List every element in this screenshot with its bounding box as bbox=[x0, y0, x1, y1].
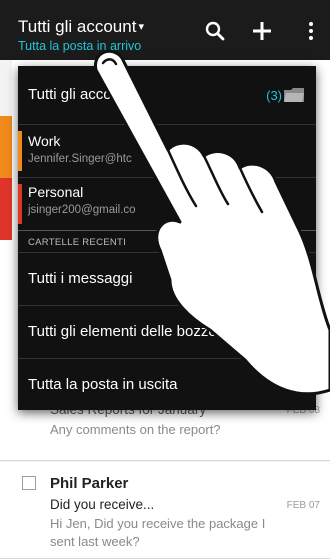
divider bbox=[18, 230, 316, 231]
account-email: jsinger200@gmail.co bbox=[28, 204, 136, 216]
menu-item-account-work[interactable]: Work Jennifer.Singer@htc bbox=[18, 125, 316, 177]
account-selector[interactable]: Tutti gli account ▾ bbox=[18, 17, 144, 37]
folder-label: Tutta la posta in uscita bbox=[28, 376, 178, 393]
email-preview-line-2: sent last week? bbox=[50, 534, 140, 549]
account-title: Tutti gli account bbox=[18, 17, 137, 36]
menu-item-folder[interactable]: Tutta la posta in uscita bbox=[18, 359, 316, 410]
search-icon[interactable] bbox=[204, 20, 226, 42]
account-dropdown-menu: Tutti gli account (3) Work Jennifer.Sing… bbox=[18, 66, 316, 410]
account-color-bar bbox=[0, 116, 12, 178]
list-item[interactable]: Phil Parker Did you receive... Hi Jen, D… bbox=[0, 462, 330, 559]
email-sender: Phil Parker bbox=[50, 475, 129, 492]
chevron-down-icon: ▾ bbox=[138, 21, 144, 33]
email-preview-line-1: Hi Jen, Did you receive the package I bbox=[50, 516, 266, 531]
account-color-bar bbox=[0, 60, 12, 116]
folder-icon[interactable] bbox=[284, 88, 304, 102]
folder-label: Tutti gli elementi delle bozze bbox=[28, 323, 217, 340]
email-subject: Did you receive... bbox=[50, 497, 155, 512]
menu-item-label: Tutti gli account bbox=[28, 86, 133, 103]
unread-count: (1) bbox=[288, 325, 304, 340]
section-header: CARTELLE RECENTI bbox=[28, 237, 127, 248]
menu-item-folder[interactable]: Tutti i messaggi bbox=[18, 253, 316, 305]
select-checkbox[interactable] bbox=[22, 476, 36, 490]
account-color-bar bbox=[18, 184, 22, 224]
account-name: Work bbox=[28, 133, 61, 149]
menu-item-account-personal[interactable]: Personal jsinger200@gmail.co bbox=[18, 178, 316, 230]
menu-item-all-accounts[interactable]: Tutti gli account (3) bbox=[18, 66, 316, 124]
email-preview: Any comments on the report? bbox=[50, 422, 221, 437]
account-name: Personal bbox=[28, 184, 84, 200]
unread-count: (3) bbox=[266, 88, 282, 103]
account-color-bar bbox=[0, 178, 12, 240]
account-email: Jennifer.Singer@htc bbox=[28, 153, 132, 165]
menu-item-folder[interactable]: Tutti gli elementi delle bozze (1) bbox=[18, 306, 316, 358]
add-icon[interactable] bbox=[251, 20, 273, 42]
folder-label: Tutti i messaggi bbox=[28, 270, 133, 287]
account-color-bar bbox=[18, 131, 22, 171]
app-toolbar: Tutti gli account ▾ Tutta la posta in arr… bbox=[0, 0, 330, 60]
email-date: FEB 07 bbox=[286, 500, 320, 511]
overflow-menu-icon[interactable] bbox=[300, 20, 322, 42]
folder-subtitle[interactable]: Tutta la posta in arrivo bbox=[18, 39, 141, 53]
